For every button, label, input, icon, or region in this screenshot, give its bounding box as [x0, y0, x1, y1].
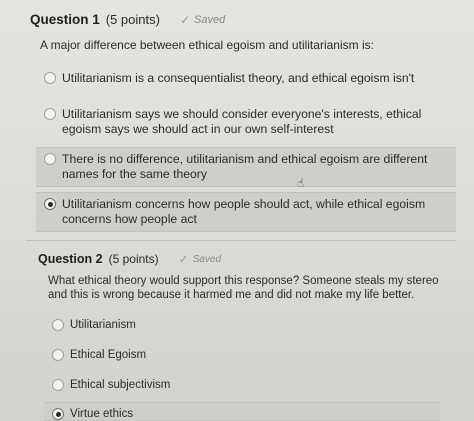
q2-option-1-label: Utilitarianism	[70, 319, 136, 331]
q1-option-3[interactable]: There is no difference, utilitarianism a…	[36, 147, 456, 187]
question-2-points: (5 points)	[108, 252, 159, 266]
quiz-page: Question 1 (5 points) ✓ Saved A major di…	[0, 0, 474, 421]
question-2-saved-status: ✓ Saved	[179, 252, 221, 266]
question-2-title: Question 2	[38, 252, 103, 266]
question-1-header: Question 1 (5 points) ✓ Saved	[30, 12, 225, 27]
q1-option-1-label: Utilitarianism is a consequentialist the…	[62, 71, 415, 85]
hand-pointer-icon: ☝	[297, 176, 305, 190]
q2-option-3-label: Ethical subjectivism	[70, 379, 171, 391]
q2-option-2-radio[interactable]	[52, 349, 64, 361]
q2-option-3[interactable]: Ethical subjectivism	[44, 374, 344, 397]
question-2-header: Question 2 (5 points) ✓ Saved	[38, 252, 221, 266]
q1-option-4-radio-selected[interactable]	[44, 198, 56, 210]
q2-option-4[interactable]: Virtue ethics	[44, 402, 440, 421]
q1-option-2-radio[interactable]	[44, 108, 56, 120]
q1-option-3-label: There is no difference, utilitarianism a…	[62, 152, 428, 181]
q2-option-3-radio[interactable]	[52, 379, 64, 391]
question-1-prompt: A major difference between ethical egois…	[40, 38, 374, 52]
question-1-saved-status: ✓ Saved	[180, 13, 225, 27]
question-2-prompt: What ethical theory would support this r…	[48, 275, 439, 301]
saved-label: Saved	[194, 14, 226, 26]
question-1-points: (5 points)	[105, 12, 160, 27]
q1-option-1[interactable]: Utilitarianism is a consequentialist the…	[36, 67, 456, 90]
q2-option-1[interactable]: Utilitarianism	[44, 314, 344, 337]
q2-option-2[interactable]: Ethical Egoism	[44, 344, 344, 367]
checkmark-icon: ✓	[178, 252, 189, 266]
q1-option-4-label: Utilitarianism concerns how people shoul…	[62, 197, 426, 226]
q1-option-2-label: Utilitarianism says we should consider e…	[62, 107, 422, 136]
q1-option-4[interactable]: Utilitarianism concerns how people shoul…	[36, 192, 456, 232]
q1-option-1-radio[interactable]	[44, 72, 56, 84]
saved-label: Saved	[192, 253, 222, 265]
question-1-title: Question 1	[30, 12, 100, 27]
q2-option-4-label: Virtue ethics	[70, 408, 134, 420]
q2-option-2-label: Ethical Egoism	[70, 349, 147, 361]
q2-option-4-radio-selected[interactable]	[52, 408, 64, 420]
question-divider	[26, 240, 456, 241]
q1-option-3-radio[interactable]	[44, 153, 56, 165]
q1-option-2[interactable]: Utilitarianism says we should consider e…	[36, 103, 456, 141]
checkmark-icon: ✓	[179, 13, 191, 27]
q2-option-1-radio[interactable]	[52, 319, 64, 331]
